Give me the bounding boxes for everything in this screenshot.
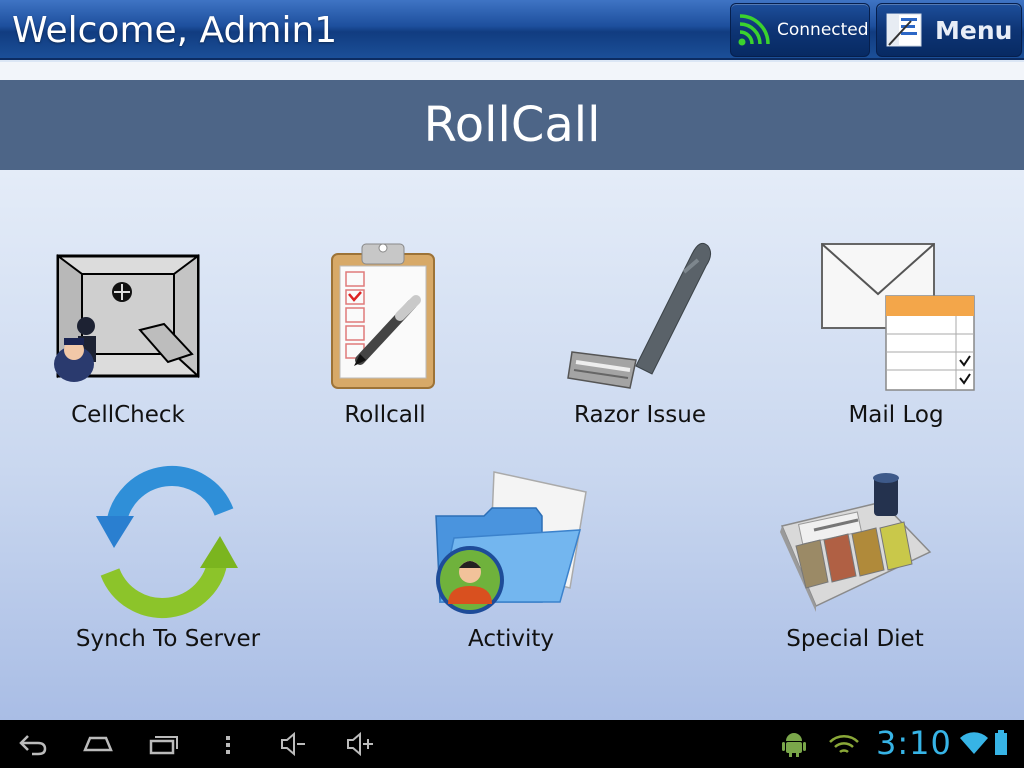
volume-down-icon[interactable]: [278, 730, 308, 758]
tile-synch-to-server[interactable]: Synch To Server: [66, 462, 270, 662]
tile-label: Mail Log: [848, 402, 944, 428]
main-menu-grid: CellCheck Rollcall Razor Issue Mail Log …: [0, 170, 1024, 720]
food-tray-icon: [780, 473, 932, 612]
tile-label: Special Diet: [786, 626, 924, 652]
header-spacer: [0, 62, 1024, 80]
menu-button[interactable]: Menu: [876, 3, 1022, 57]
mail-log-icon: [821, 243, 975, 391]
battery-icon: [995, 730, 1007, 755]
wifi-signal-icon: [829, 735, 859, 754]
android-icon: [782, 733, 806, 757]
clipboard-icon: [331, 243, 435, 389]
tile-cellcheck[interactable]: CellCheck: [40, 250, 216, 440]
system-nav-bar: 3:10: [0, 720, 1024, 768]
wifi-signal-icon: [738, 14, 770, 46]
wifi-icon: [960, 732, 988, 754]
menu-icon: [886, 13, 922, 47]
tile-label: Activity: [467, 626, 554, 652]
volume-up-icon[interactable]: [344, 730, 376, 758]
page-title: RollCall: [0, 80, 1024, 170]
razor-icon: [567, 242, 712, 389]
cell-check-icon: [54, 254, 200, 382]
tile-activity[interactable]: Activity: [420, 468, 602, 662]
menu-label: Menu: [935, 15, 1013, 45]
home-icon[interactable]: [82, 730, 114, 758]
tile-razor-issue[interactable]: Razor Issue: [560, 236, 720, 440]
tile-special-diet[interactable]: Special Diet: [770, 472, 940, 662]
tile-label: Rollcall: [344, 402, 426, 428]
back-icon[interactable]: [18, 730, 48, 758]
tile-rollcall[interactable]: Rollcall: [310, 242, 460, 440]
tile-label: Synch To Server: [75, 626, 261, 652]
overflow-menu-icon[interactable]: [222, 730, 234, 758]
welcome-text: Welcome, Admin1: [12, 10, 338, 51]
connected-button[interactable]: Connected: [730, 3, 870, 57]
sync-icon: [96, 465, 238, 619]
folder-user-icon: [435, 471, 587, 614]
top-bar: Welcome, Admin1 Connected Menu: [0, 0, 1024, 60]
tile-mail-log[interactable]: Mail Log: [810, 240, 982, 440]
status-clock: 3:10: [876, 724, 952, 762]
connected-label: Connected: [777, 20, 869, 40]
recent-apps-icon[interactable]: [148, 730, 180, 758]
tile-label: CellCheck: [71, 402, 185, 428]
tile-label: Razor Issue: [574, 402, 706, 428]
